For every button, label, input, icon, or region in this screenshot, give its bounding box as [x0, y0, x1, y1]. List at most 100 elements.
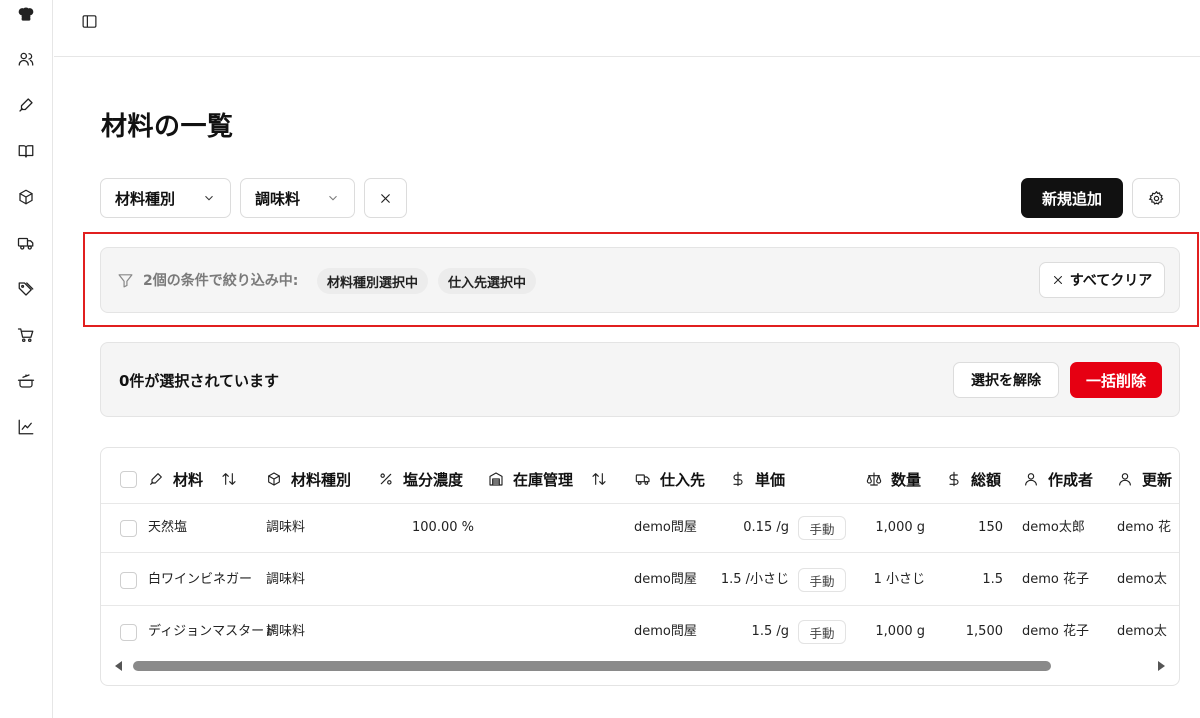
dollar-icon — [733, 471, 743, 487]
cart-icon[interactable] — [14, 323, 38, 347]
scroll-right-icon[interactable] — [1158, 661, 1165, 671]
select-all-checkbox[interactable] — [120, 471, 137, 488]
col-header-qty[interactable]: 数量 — [866, 467, 921, 491]
pen-icon[interactable] — [14, 93, 38, 117]
col-header-type-label: 材料種別 — [291, 470, 352, 489]
col-header-total-label: 総額 — [971, 470, 1002, 489]
page-title: 材料の一覧 — [101, 112, 234, 142]
clear-all-label: すべてクリア — [1069, 273, 1153, 289]
deselect-button[interactable]: 選択を解除 — [953, 362, 1059, 398]
col-header-type[interactable]: 材料種別 — [266, 467, 351, 491]
pen-icon — [150, 473, 162, 485]
cell-creator: demo太郎 — [1022, 520, 1085, 535]
cell-price: 0.15 /g — [743, 520, 789, 535]
scrollbar-thumb[interactable] — [133, 661, 1051, 671]
cell-price: 1.5 /小さじ — [720, 572, 789, 587]
scroll-left-icon[interactable] — [115, 661, 122, 671]
add-new-button[interactable]: 新規追加 — [1021, 178, 1123, 218]
close-icon — [1053, 276, 1062, 284]
clear-all-button[interactable]: すべてクリア — [1039, 262, 1165, 298]
row-checkbox[interactable] — [120, 520, 137, 537]
cell-material[interactable]: ディジョンマスタード — [148, 622, 277, 642]
dollar-icon — [949, 471, 959, 487]
user-icon — [1025, 473, 1037, 486]
row-divider — [101, 552, 1179, 553]
tags-icon[interactable] — [14, 277, 38, 301]
close-icon — [381, 193, 390, 203]
category-select[interactable]: 調味料 — [240, 178, 355, 218]
row-divider — [101, 605, 1179, 606]
col-header-supplier-label: 仕入先 — [660, 470, 706, 489]
warehouse-icon — [489, 472, 503, 486]
cell-qty: 1 小さじ — [873, 572, 925, 587]
cell-supplier: demo問屋 — [634, 520, 697, 535]
filter-chip-supplier[interactable]: 仕入先選択中 — [438, 268, 537, 294]
cell-salt: 100.00 % — [412, 520, 474, 535]
users-icon[interactable] — [14, 47, 38, 71]
col-header-price[interactable]: 単価 — [730, 467, 785, 491]
selection-banner: 0件が選択されています 選択を解除 一括削除 — [100, 342, 1180, 417]
filter-icon — [118, 274, 133, 288]
price-mode-badge: 手動 — [798, 568, 846, 592]
col-header-total[interactable]: 総額 — [946, 467, 1001, 491]
header-divider — [101, 503, 1179, 504]
cell-material[interactable]: 白ワインビネガー — [148, 570, 252, 590]
settings-button[interactable] — [1132, 178, 1180, 218]
col-header-updater[interactable]: 更新 — [1117, 467, 1172, 491]
material-type-select-label: 材料種別 — [115, 189, 176, 208]
sort-icon[interactable] — [221, 471, 237, 487]
chef-hat-icon[interactable] — [14, 2, 38, 26]
materials-table: 材料 材料種別 塩分濃度 在庫管理 仕入先 単価 数量 総額 作成者 更新 天然… — [100, 447, 1180, 686]
sort-icon[interactable] — [591, 471, 607, 487]
category-select-label: 調味料 — [255, 189, 301, 208]
gear-icon — [1148, 190, 1163, 205]
user-icon — [1119, 473, 1131, 486]
row-checkbox[interactable] — [120, 572, 137, 589]
truck-icon — [635, 474, 650, 485]
price-mode-badge: 手動 — [798, 516, 846, 540]
package-icon[interactable] — [14, 185, 38, 209]
reset-filters-button[interactable] — [364, 178, 407, 218]
horizontal-scrollbar[interactable] — [115, 659, 1165, 673]
col-header-supplier[interactable]: 仕入先 — [635, 467, 705, 491]
col-header-material[interactable]: 材料 — [148, 467, 237, 491]
chevron-down-icon — [329, 195, 337, 201]
cell-updater: demo 花 — [1117, 520, 1171, 535]
cell-material[interactable]: 天然塩 — [148, 518, 187, 538]
percent-icon — [380, 473, 392, 485]
cell-supplier: demo問屋 — [634, 624, 697, 639]
sidebar-toggle-icon[interactable] — [78, 10, 100, 32]
cell-total: 1,500 — [965, 624, 1003, 639]
cell-qty: 1,000 g — [875, 624, 925, 639]
cell-qty: 1,000 g — [875, 520, 925, 535]
cell-type: 調味料 — [266, 572, 306, 587]
truck-icon[interactable] — [14, 231, 38, 255]
sidebar — [0, 0, 53, 718]
cell-total: 150 — [978, 520, 1003, 535]
scale-icon — [866, 472, 882, 486]
cell-supplier: demo問屋 — [634, 572, 697, 587]
cell-creator: demo 花子 — [1022, 624, 1089, 639]
chart-line-icon[interactable] — [14, 415, 38, 439]
cell-updater: demo太 — [1117, 624, 1167, 639]
col-header-stock-label: 在庫管理 — [513, 470, 574, 489]
row-checkbox[interactable] — [120, 624, 137, 641]
cell-total: 1.5 — [982, 572, 1003, 587]
cooking-pot-icon[interactable] — [14, 369, 38, 393]
filter-chip-material-type[interactable]: 材料種別選択中 — [317, 268, 429, 294]
top-bar — [54, 0, 1200, 57]
cell-updater: demo太 — [1117, 572, 1167, 587]
col-header-material-label: 材料 — [173, 470, 204, 489]
material-type-select[interactable]: 材料種別 — [100, 178, 231, 218]
col-header-salt-label: 塩分濃度 — [403, 470, 464, 489]
col-header-price-label: 単価 — [755, 470, 786, 489]
book-icon[interactable] — [14, 139, 38, 163]
col-header-salt[interactable]: 塩分濃度 — [378, 467, 463, 491]
col-header-updater-label: 更新 — [1142, 470, 1173, 489]
col-header-stock[interactable]: 在庫管理 — [488, 467, 607, 491]
filter-summary: 2個の条件で絞り込み中: — [143, 273, 299, 289]
selection-count: 0件が選択されています — [119, 372, 279, 390]
col-header-creator[interactable]: 作成者 — [1023, 467, 1093, 491]
bulk-delete-button[interactable]: 一括削除 — [1070, 362, 1162, 398]
chevron-down-icon — [205, 195, 213, 201]
